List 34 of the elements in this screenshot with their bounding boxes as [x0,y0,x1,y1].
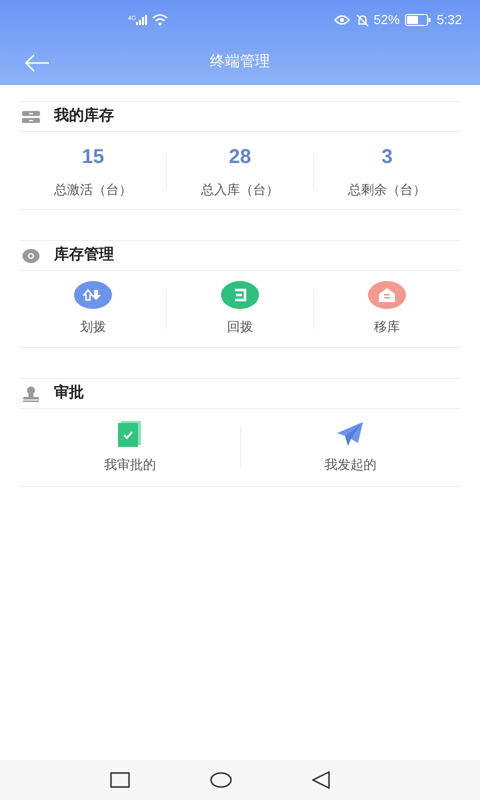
document-check-icon [118,420,142,447]
battery-icon [404,14,431,26]
warehouse-icon [368,281,406,310]
back-nav-button[interactable] [312,771,330,789]
action-button[interactable]: 我发起的 [324,420,376,474]
stat-label: 总剩余（台） [348,180,426,199]
stat-value: 15 [82,144,104,170]
stat-label: 总入库（台） [201,180,279,199]
page-title: 终端管理 [210,52,270,72]
action-button[interactable]: 回拨 [221,281,259,337]
return-icon [221,281,259,310]
back-arrow-icon [24,54,50,72]
section-title: 库存管理 [54,245,114,266]
wifi-icon [152,14,168,26]
section-title: 我的库存 [54,106,114,126]
drawer-icon [22,110,40,124]
stat-value: 3 [381,144,393,170]
section-title: 审批 [54,383,84,404]
stat-label: 总激活（台） [54,180,132,199]
home-button[interactable] [210,772,232,788]
signal-icon [136,15,148,25]
battery-percent: 52% [374,11,400,30]
eye-icon [334,15,350,25]
stat-value: 28 [228,144,252,170]
stamp-icon [22,386,40,402]
recent-apps-button[interactable] [110,772,130,788]
muted-bell-icon [356,14,369,26]
clock-time: 5:32 [436,11,462,30]
action-button[interactable]: 划拨 [74,281,112,337]
action-button[interactable]: 移库 [368,281,406,337]
transfer-icon [74,281,112,310]
paper-plane-icon [336,420,364,447]
action-button[interactable]: 我审批的 [104,420,156,474]
gear-icon [22,248,40,264]
